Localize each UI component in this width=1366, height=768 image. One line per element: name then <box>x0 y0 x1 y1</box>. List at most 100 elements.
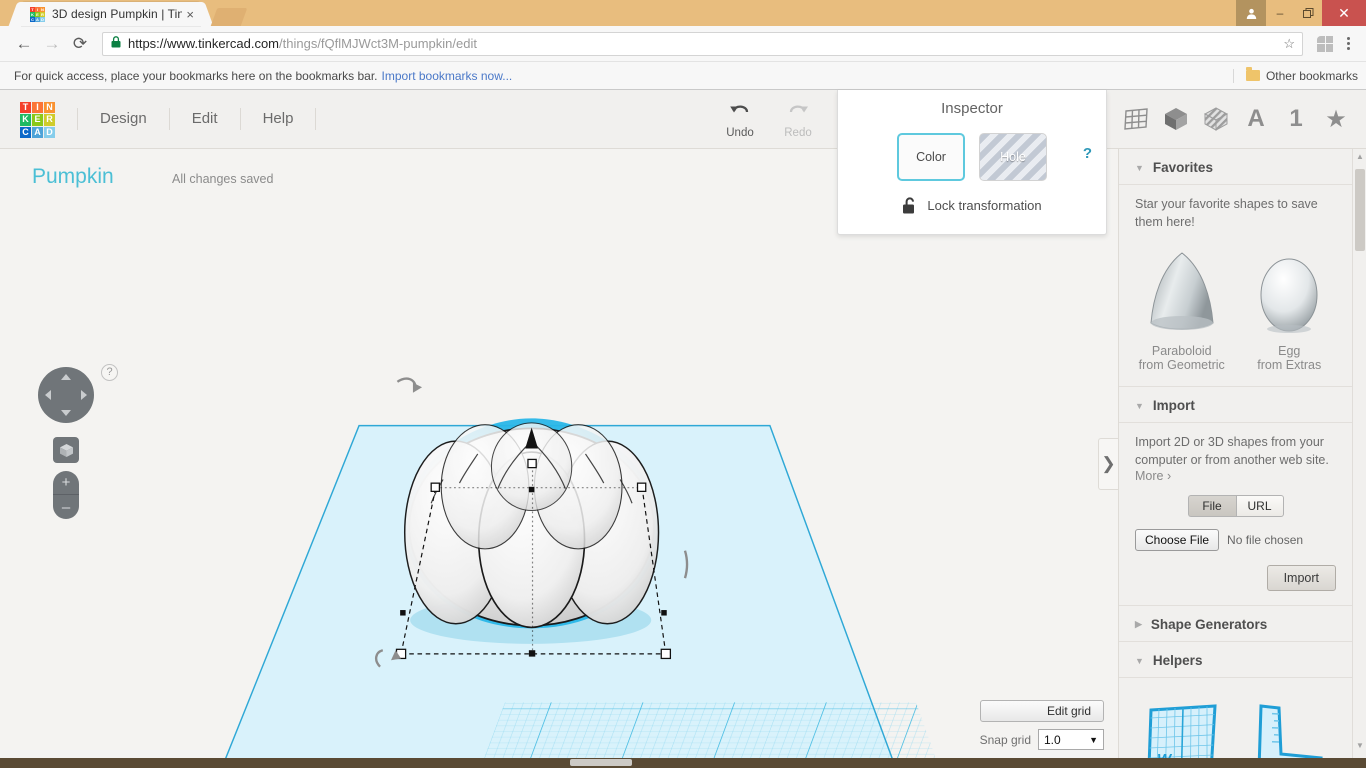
close-window-button[interactable]: ✕ <box>1322 0 1366 26</box>
favorites-star-icon[interactable]: ★ <box>1316 90 1356 149</box>
shape-name: Egg <box>1243 344 1337 358</box>
redo-label: Redo <box>784 127 812 139</box>
undo-label: Undo <box>726 127 754 139</box>
window-controls: – ✕ <box>1236 0 1366 26</box>
solid-cube-icon[interactable] <box>1156 90 1196 149</box>
text-icon[interactable]: A <box>1236 90 1276 149</box>
nav-up-icon[interactable] <box>61 374 71 380</box>
import-bookmarks-link[interactable]: Import bookmarks now... <box>382 69 513 83</box>
import-source-toggle: File URL <box>1135 495 1336 517</box>
shape-source: from Geometric <box>1135 358 1229 372</box>
undo-button[interactable]: Undo <box>711 90 769 139</box>
panel-collapse-button[interactable]: ❯ <box>1098 438 1118 490</box>
back-icon[interactable]: ← <box>10 30 38 58</box>
section-shape-generators-title: Shape Generators <box>1151 617 1267 632</box>
tinkercad-logo[interactable]: TIN KER CAD <box>20 102 55 138</box>
import-button[interactable]: Import <box>1267 565 1336 591</box>
extension-icon[interactable] <box>1317 36 1333 52</box>
horizontal-scrollbar-thumb[interactable] <box>570 759 632 766</box>
tab-close-icon[interactable]: × <box>182 8 194 21</box>
choose-file-button[interactable]: Choose File <box>1135 529 1219 551</box>
import-url-tab[interactable]: URL <box>1236 495 1284 517</box>
section-import-body: Import 2D or 3D shapes from your compute… <box>1119 423 1352 606</box>
other-bookmarks-label: Other bookmarks <box>1266 69 1358 83</box>
folder-icon <box>1246 70 1260 81</box>
nav-right-icon[interactable] <box>81 390 87 400</box>
help-badge[interactable]: ? <box>101 364 118 381</box>
section-helpers-title: Helpers <box>1153 653 1203 668</box>
section-import-title: Import <box>1153 398 1195 413</box>
color-swatch-button[interactable]: Color <box>897 133 965 181</box>
hole-swatch-button[interactable]: Hole <box>979 133 1047 181</box>
menu-help[interactable]: Help <box>241 108 317 130</box>
shape-paraboloid[interactable]: Paraboloid from Geometric <box>1135 247 1229 372</box>
menu-design[interactable]: Design <box>77 108 170 130</box>
caret-icon: ▼ <box>1135 401 1144 411</box>
section-favorites-header[interactable]: ▼ Favorites <box>1119 149 1352 185</box>
new-tab-button[interactable] <box>211 8 248 26</box>
number-icon[interactable]: 1 <box>1276 90 1316 149</box>
app-menus: Design Edit Help <box>77 104 316 134</box>
hole-label: Hole <box>1000 150 1026 164</box>
url-scheme: https:// <box>128 36 167 51</box>
import-more-link[interactable]: More › <box>1135 469 1336 483</box>
profile-button[interactable] <box>1236 0 1266 26</box>
view-navigation-disc[interactable] <box>38 367 94 423</box>
browser-navbar: ← → ⟳ https://www.tinkercad.com/things/f… <box>0 26 1366 62</box>
section-helpers-header[interactable]: ▼ Helpers <box>1119 642 1352 678</box>
workplane-surface <box>0 407 1118 768</box>
lock-icon <box>111 36 121 51</box>
horizontal-scrollbar[interactable] <box>0 758 1366 768</box>
maximize-button[interactable] <box>1294 0 1322 26</box>
no-file-chosen-label: No file chosen <box>1227 533 1303 547</box>
inspector-help-link[interactable]: ? <box>1083 145 1092 162</box>
file-picker-row: Choose File No file chosen <box>1135 529 1336 551</box>
menu-edit[interactable]: Edit <box>170 108 241 130</box>
section-import-header[interactable]: ▼ Import <box>1119 387 1352 423</box>
caret-icon: ▼ <box>1135 656 1144 666</box>
redo-button[interactable]: Redo <box>769 90 827 139</box>
tinkercad-favicon-icon: TIN KER CAD <box>30 7 45 22</box>
inspector-title: Inspector <box>838 100 1106 117</box>
egg-shape-icon <box>1250 247 1328 333</box>
grid-plane-icon[interactable] <box>1116 90 1156 149</box>
kebab-menu-icon[interactable] <box>1341 37 1356 50</box>
fit-view-button[interactable] <box>53 437 79 463</box>
scroll-down-icon[interactable]: ▼ <box>1356 741 1364 750</box>
paraboloid-shape-icon <box>1143 247 1221 333</box>
padlock-open-icon <box>902 197 917 214</box>
shape-egg[interactable]: Egg from Extras <box>1243 247 1337 372</box>
scrollbar-thumb[interactable] <box>1355 169 1365 251</box>
zoom-out-button[interactable]: – <box>53 495 79 519</box>
forward-icon[interactable]: → <box>38 30 66 58</box>
browser-titlebar: TIN KER CAD 3D design Pumpkin | Tin × – … <box>0 0 1366 26</box>
url-domain: www.tinkercad.com <box>167 36 279 51</box>
snap-grid-value: 1.0 <box>1044 733 1061 747</box>
save-status: All changes saved <box>172 172 273 186</box>
zoom-in-button[interactable]: + <box>53 471 79 495</box>
other-bookmarks-button[interactable]: Other bookmarks <box>1233 69 1358 83</box>
import-file-tab[interactable]: File <box>1188 495 1236 517</box>
nav-down-icon[interactable] <box>61 410 71 416</box>
address-bar[interactable]: https://www.tinkercad.com/things/fQflMJW… <box>102 32 1303 56</box>
scroll-up-icon[interactable]: ▲ <box>1356 152 1364 161</box>
height-handle-cone <box>525 427 538 448</box>
page-title[interactable]: Pumpkin <box>32 165 114 189</box>
lock-transformation-row[interactable]: Lock transformation <box>838 197 1106 214</box>
bookmark-star-icon[interactable]: ☆ <box>1283 36 1295 52</box>
hole-cube-icon[interactable] <box>1196 90 1236 149</box>
edit-grid-button[interactable]: Edit grid <box>980 700 1104 722</box>
section-shape-generators-header[interactable]: ▶ Shape Generators <box>1119 606 1352 642</box>
url-text: https://www.tinkercad.com/things/fQflMJW… <box>128 36 477 51</box>
minimize-button[interactable]: – <box>1266 0 1294 26</box>
browser-tab[interactable]: TIN KER CAD 3D design Pumpkin | Tin × <box>22 2 200 26</box>
workplane-grid <box>0 149 1118 768</box>
sidebar-scrollbar[interactable]: ▲ ▼ <box>1352 149 1366 768</box>
3d-canvas[interactable]: Pumpkin All changes saved Workplane ? + … <box>0 149 1118 768</box>
zoom-controls[interactable]: + – <box>53 471 79 519</box>
bookmarks-bar: For quick access, place your bookmarks h… <box>0 62 1366 90</box>
reload-icon[interactable]: ⟳ <box>66 30 94 58</box>
snap-grid-label: Snap grid <box>980 733 1031 747</box>
snap-grid-select[interactable]: 1.0 ▼ <box>1038 729 1104 750</box>
nav-left-icon[interactable] <box>45 390 51 400</box>
